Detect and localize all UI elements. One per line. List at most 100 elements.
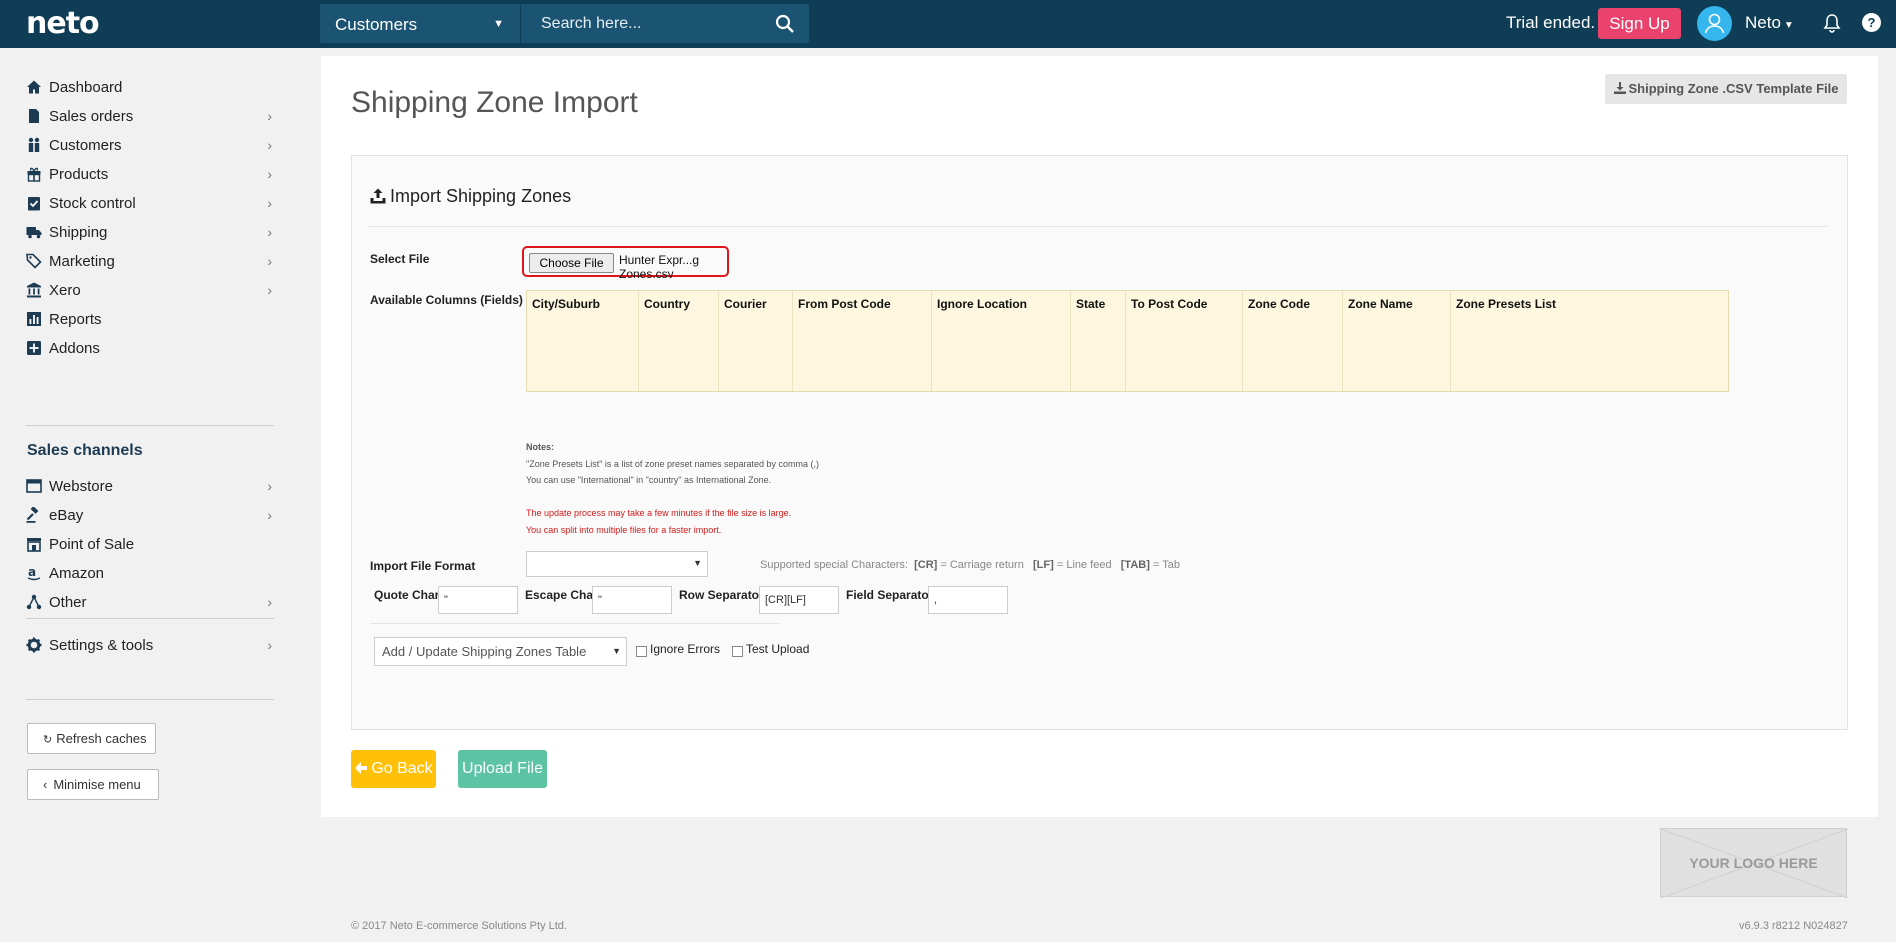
lf-code: [LF] — [1033, 559, 1054, 571]
search-scope-select[interactable]: Customers ▼ — [320, 4, 520, 43]
copyright: © 2017 Neto E-commerce Solutions Pty Ltd… — [351, 920, 567, 932]
share-icon — [26, 594, 42, 610]
user-icon — [1704, 13, 1725, 34]
users-icon — [28, 137, 40, 152]
svg-text:a: a — [28, 565, 36, 579]
page-title: Shipping Zone Import — [351, 86, 638, 119]
column-header: To Post Code — [1126, 291, 1243, 391]
bar-chart-icon — [27, 312, 41, 326]
sidebar: Dashboard Sales orders › Customers › Pro… — [0, 48, 300, 942]
search-input[interactable]: Search here... — [520, 4, 809, 43]
notes-heading: Notes: — [526, 442, 555, 452]
user-menu[interactable]: Neto ▼ — [1745, 13, 1794, 33]
chevron-right-icon: › — [267, 108, 272, 124]
download-icon — [1613, 82, 1626, 94]
chevron-right-icon: › — [267, 166, 272, 182]
minimise-menu-button[interactable]: ‹ Minimise menu — [27, 769, 159, 800]
chevron-right-icon: › — [267, 137, 272, 153]
choose-file-button[interactable]: Choose File — [529, 253, 614, 273]
sidebar-item-label: Sales orders — [49, 108, 134, 125]
warning-line: The update process may take a few minute… — [526, 508, 792, 518]
neto-logo[interactable]: neto — [26, 6, 100, 41]
caret-down-icon: ▼ — [612, 646, 621, 656]
test-upload-checkbox[interactable] — [732, 646, 743, 657]
clipboard-check-icon — [28, 197, 40, 211]
sidebar-item-label: Shipping — [49, 224, 108, 241]
plus-square-icon — [27, 341, 41, 355]
refresh-caches-label: Refresh caches — [56, 731, 147, 746]
caret-down-icon: ▼ — [693, 558, 702, 568]
template-file-button[interactable]: Shipping Zone .CSV Template File — [1605, 74, 1847, 104]
tags-icon — [26, 253, 42, 269]
sidebar-item-label: Stock control — [49, 195, 136, 212]
amazon-icon: a — [27, 565, 41, 581]
panel-title-text: Import Shipping Zones — [390, 186, 572, 206]
main-content: Shipping Zone Import Shipping Zone .CSV … — [321, 56, 1878, 817]
row-separator-label: Row Separator: — [679, 588, 768, 602]
chevron-right-icon: › — [267, 594, 272, 610]
test-upload-label: Test Upload — [746, 642, 810, 656]
minimise-menu-label: Minimise menu — [53, 777, 141, 792]
chevron-right-icon: › — [267, 195, 272, 211]
import-file-format-select[interactable]: ▼ — [526, 551, 708, 577]
sidebar-item-label: Point of Sale — [49, 536, 135, 553]
column-header: Zone Name — [1343, 291, 1451, 391]
lf-text: = Line feed — [1056, 559, 1112, 571]
logo-placeholder-text: YOUR LOGO HERE — [1689, 855, 1818, 871]
avatar[interactable] — [1697, 6, 1732, 41]
go-back-label: Go Back — [371, 760, 433, 777]
sign-up-button[interactable]: Sign Up — [1598, 8, 1681, 39]
refresh-icon: ↻ — [43, 734, 53, 746]
user-name: Neto — [1745, 13, 1781, 32]
file-icon — [29, 109, 39, 123]
sidebar-divider — [26, 699, 274, 700]
sidebar-item-other[interactable]: Other › — [26, 587, 272, 621]
field-separator-input[interactable]: , — [928, 586, 1008, 614]
column-header: Zone Code — [1243, 291, 1343, 391]
tab-text: = Tab — [1152, 559, 1180, 571]
cr-code: [CR] — [914, 559, 938, 571]
caret-down-icon: ▼ — [1783, 20, 1794, 31]
import-action-value: Add / Update Shipping Zones Table — [382, 644, 587, 659]
warning-line: You can split into multiple files for a … — [526, 524, 722, 535]
sidebar-item-label: Products — [49, 166, 109, 183]
chevron-right-icon: › — [267, 478, 272, 494]
storefront-icon — [27, 538, 41, 552]
column-header: City/Suburb — [527, 291, 639, 391]
ignore-errors-checkbox[interactable] — [636, 646, 647, 657]
truck-icon — [26, 227, 42, 239]
sidebar-item-label: Addons — [49, 340, 100, 357]
version-info: v6.9.3 r8212 N024827 — [1739, 920, 1848, 932]
import-warnings: The update process may take a few minute… — [526, 505, 791, 538]
select-file-label: Select File — [370, 252, 430, 266]
sidebar-item-label: Customers — [49, 137, 122, 154]
sidebar-item-label: Xero — [49, 282, 81, 299]
cr-text: = Carriage return — [940, 559, 1024, 571]
bell-icon[interactable] — [1823, 13, 1841, 33]
sales-channels-heading: Sales channels — [27, 442, 143, 459]
file-input[interactable]: Choose File Hunter Expr...g Zones.csv — [522, 246, 729, 281]
search-icon[interactable] — [775, 14, 795, 34]
panel-title: Import Shipping Zones — [370, 186, 571, 207]
sidebar-divider — [26, 618, 274, 619]
import-action-select[interactable]: Add / Update Shipping Zones Table ▼ — [374, 637, 627, 666]
upload-file-button[interactable]: Upload File — [458, 750, 547, 788]
quote-char-input[interactable]: " — [438, 586, 518, 614]
column-header: Ignore Location — [932, 291, 1071, 391]
template-file-label: Shipping Zone .CSV Template File — [1628, 81, 1839, 96]
field-separator-label: Field Separator: — [846, 588, 938, 602]
go-back-button[interactable]: Go Back — [351, 750, 436, 788]
help-icon[interactable]: ? — [1862, 13, 1881, 32]
chevron-right-icon: › — [267, 282, 272, 298]
sidebar-item-settings-tools[interactable]: Settings & tools › — [26, 630, 272, 664]
row-separator-input[interactable]: [CR][LF] — [759, 586, 839, 614]
arrow-left-icon — [355, 762, 368, 774]
cog-icon — [26, 637, 42, 653]
sidebar-item-addons[interactable]: Addons — [26, 333, 272, 367]
sidebar-item-label: Reports — [49, 311, 102, 328]
special-characters-label: Supported special Characters: — [760, 559, 908, 571]
sidebar-item-label: Other — [49, 594, 87, 611]
refresh-caches-button[interactable]: ↻ Refresh caches — [27, 723, 156, 754]
escape-char-input[interactable]: " — [592, 586, 672, 614]
home-icon — [27, 80, 41, 94]
